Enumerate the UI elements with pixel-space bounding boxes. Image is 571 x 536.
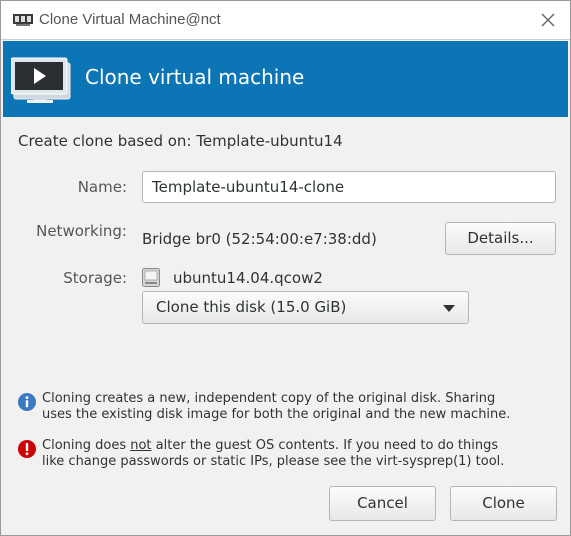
clone-base-text: Create clone based on: Template-ubuntu14 — [18, 132, 343, 150]
name-field[interactable]: Template-ubuntu14-clone — [142, 171, 556, 203]
info-note: Cloning creates a new, independent copy … — [42, 391, 562, 423]
cancel-button[interactable]: Cancel — [329, 486, 436, 521]
name-label: Name: — [77, 178, 127, 196]
info-note-line-1: Cloning creates a new, independent copy … — [42, 391, 496, 406]
storage-clone-value: Clone this disk (15.0 GiB) — [156, 298, 347, 316]
header-banner: Clone virtual machine — [3, 41, 568, 117]
banner-title: Clone virtual machine — [85, 65, 305, 89]
virt-manager-icon — [13, 14, 33, 26]
warning-note-emphasis: not — [130, 438, 152, 453]
warning-note-text-a: Cloning does — [42, 438, 131, 453]
storage-disk-name: ubuntu14.04.qcow2 — [173, 269, 323, 287]
close-icon[interactable] — [538, 10, 558, 30]
storage-clone-select[interactable]: Clone this disk (15.0 GiB) — [142, 291, 469, 324]
info-icon — [18, 393, 36, 411]
networking-label: Networking: — [36, 222, 127, 240]
chevron-down-icon — [443, 305, 455, 312]
title-bar: Clone Virtual Machine@nct — [1, 1, 570, 40]
clone-vm-dialog: Clone Virtual Machine@nct Clone virtual … — [0, 0, 571, 536]
warning-icon — [18, 440, 36, 458]
info-note-line-2: uses the existing disk image for both th… — [42, 407, 511, 422]
monitor-play-icon — [11, 57, 71, 103]
details-button[interactable]: Details... — [445, 222, 556, 255]
networking-value: Bridge br0 (52:54:00:e7:38:dd) — [142, 230, 377, 248]
warning-note-line-1: Cloning does not alter the guest OS cont… — [42, 438, 562, 454]
disk-icon — [142, 268, 160, 287]
warning-note-line-2: like change passwords or static IPs, ple… — [42, 454, 505, 469]
window-title: Clone Virtual Machine@nct — [39, 11, 221, 28]
storage-label: Storage: — [63, 269, 127, 287]
warning-note-text-c: alter the guest OS contents. If you need… — [151, 438, 499, 453]
warning-note: Cloning does not alter the guest OS cont… — [42, 438, 562, 470]
clone-button[interactable]: Clone — [450, 486, 557, 521]
